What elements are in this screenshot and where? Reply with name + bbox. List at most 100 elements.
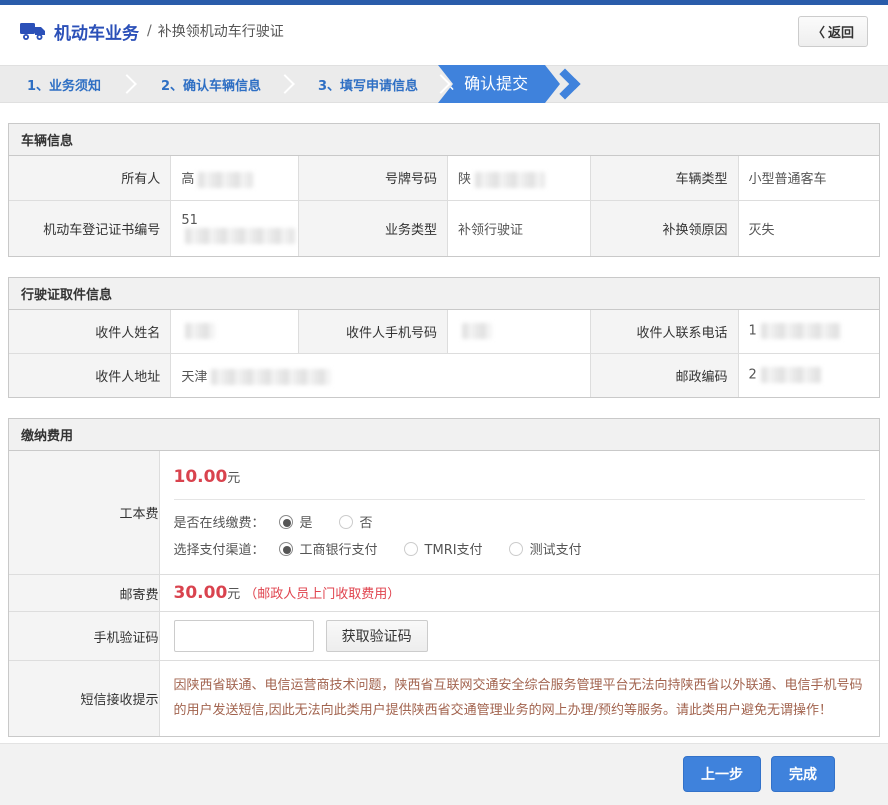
- table-row: 收件人姓名 收件人手机号码 收件人联系电话 1: [9, 309, 879, 353]
- chevron-right-icon: [549, 68, 581, 100]
- redacted-value: [474, 171, 545, 188]
- redacted-value: [461, 323, 492, 339]
- payment-channel-row: 选择支付渠道： 工商银行支付 TMRI支付 测试支付: [174, 539, 866, 558]
- work-fee-cell: 10.00元 是否在线缴费： 是 否 选择支付渠道： 工商银行支付 TMRI支付…: [158, 451, 879, 575]
- recipient-name-label: 收件人姓名: [9, 309, 171, 353]
- redacted-value: [760, 323, 841, 339]
- main-content: 车辆信息 所有人 高 号牌号码 陕 车辆类型 小型普通客车 机动车登记证书编号 …: [0, 123, 888, 737]
- radio-label: 是: [299, 516, 313, 531]
- radio-channel-tmri[interactable]: TMRI支付: [403, 539, 483, 558]
- recipient-phone-label: 收件人联系电话: [589, 309, 739, 353]
- recipient-mobile-label: 收件人手机号码: [298, 309, 448, 353]
- radio-online-no[interactable]: 否: [338, 512, 373, 531]
- vehicle-type-label: 车辆类型: [589, 156, 739, 200]
- radio-channel-icbc[interactable]: 工商银行支付: [278, 539, 378, 558]
- business-type-label: 业务类型: [298, 199, 448, 256]
- breadcrumb-separator: /: [147, 23, 152, 39]
- redacted-value: [211, 369, 332, 385]
- recipient-address-value: 天津: [170, 352, 591, 397]
- vehicle-info-title: 车辆信息: [9, 124, 879, 156]
- page-title: 机动车业务: [54, 23, 139, 44]
- payment-table: 工本费 10.00元 是否在线缴费： 是 否 选择支付渠道： 工商银行支付 TM…: [9, 451, 879, 736]
- redacted-value: [198, 171, 254, 188]
- step-tabs: 1、业务须知 2、确认车辆信息 3、填写申请信息 4、确认提交: [0, 65, 888, 103]
- plate-value: 陕: [446, 156, 591, 200]
- reason-value: 灭失: [737, 199, 879, 256]
- owner-label: 所有人: [9, 156, 171, 200]
- get-code-button[interactable]: 获取验证码: [325, 620, 428, 652]
- sms-notice-cell: 因陕西省联通、电信运营商技术问题，陕西省互联网交通安全综合服务管理平台无法向持陕…: [158, 659, 879, 736]
- radio-unselected-icon: [403, 541, 418, 556]
- tab-step-2[interactable]: 2、确认车辆信息: [136, 75, 286, 94]
- sms-code-input[interactable]: [173, 620, 314, 652]
- redacted-value: [185, 227, 296, 244]
- postage-fee-note: （邮政人员上门收取费用）: [244, 587, 401, 602]
- vehicle-type-value: 小型普通客车: [737, 156, 879, 200]
- previous-step-button[interactable]: 上一步: [683, 756, 761, 793]
- pickup-info-title: 行驶证取件信息: [9, 277, 879, 310]
- work-fee-label: 工本费: [9, 451, 159, 575]
- table-row: 所有人 高 号牌号码 陕 车辆类型 小型普通客车: [9, 156, 879, 200]
- vehicle-info-table: 所有人 高 号牌号码 陕 车辆类型 小型普通客车 机动车登记证书编号 51 业务…: [9, 156, 879, 256]
- vehicle-info-section: 车辆信息 所有人 高 号牌号码 陕 车辆类型 小型普通客车 机动车登记证书编号 …: [8, 123, 880, 257]
- sms-code-cell: 获取验证码: [158, 611, 879, 661]
- radio-label: TMRI支付: [424, 543, 483, 558]
- plate-label: 号牌号码: [298, 156, 448, 200]
- page-header: 机动车业务 / 补换领机动车行驶证 〈返回: [0, 5, 888, 57]
- cert-no-value: 51: [170, 199, 299, 256]
- sms-notice-label: 短信接收提示: [9, 659, 159, 736]
- tab-step-1[interactable]: 1、业务须知: [0, 75, 128, 94]
- breadcrumb-subtitle: 补换领机动车行驶证: [157, 24, 284, 40]
- postage-fee-unit: 元: [227, 587, 241, 602]
- radio-online-yes[interactable]: 是: [278, 512, 313, 531]
- cert-no-label: 机动车登记证书编号: [9, 199, 171, 256]
- truck-icon: [20, 23, 45, 40]
- radio-channel-test[interactable]: 测试支付: [508, 539, 582, 558]
- table-row: 收件人地址 天津 邮政编码 2: [9, 352, 879, 397]
- radio-unselected-icon: [508, 541, 523, 556]
- payment-title: 缴纳费用: [9, 419, 879, 451]
- divider: [173, 499, 865, 500]
- back-button[interactable]: 〈返回: [797, 15, 868, 47]
- work-fee-amount: 10.00: [173, 467, 228, 487]
- online-payment-row: 是否在线缴费： 是 否: [174, 512, 866, 531]
- postage-fee-label: 邮寄费: [9, 574, 159, 612]
- radio-selected-icon: [278, 541, 293, 556]
- recipient-phone-value: 1: [737, 309, 879, 353]
- table-row: 手机验证码 获取验证码: [9, 611, 879, 661]
- work-fee-amount-line: 10.00元: [174, 459, 866, 489]
- finish-button[interactable]: 完成: [771, 756, 835, 793]
- recipient-name-value: [170, 309, 299, 353]
- pickup-info-section: 行驶证取件信息 收件人姓名 收件人手机号码 收件人联系电话 1 收件人地址 天津…: [8, 276, 880, 398]
- redacted-value: [185, 323, 216, 339]
- pickup-info-table: 收件人姓名 收件人手机号码 收件人联系电话 1 收件人地址 天津 邮政编码 2: [9, 309, 879, 397]
- postal-code-label: 邮政编码: [589, 352, 739, 397]
- chevron-left-icon: 〈: [811, 25, 825, 41]
- table-row: 短信接收提示 因陕西省联通、电信运营商技术问题，陕西省互联网交通安全综合服务管理…: [9, 659, 879, 736]
- postage-fee-amount: 30.00: [173, 583, 228, 603]
- radio-unselected-icon: [338, 514, 353, 529]
- postage-fee-cell: 30.00元 （邮政人员上门收取费用）: [158, 574, 879, 612]
- radio-selected-icon: [278, 514, 293, 529]
- table-row: 邮寄费 30.00元 （邮政人员上门收取费用）: [9, 574, 879, 612]
- payment-channel-caption: 选择支付渠道：: [173, 543, 265, 558]
- business-type-value: 补领行驶证: [446, 199, 591, 256]
- reason-label: 补换领原因: [589, 199, 739, 256]
- redacted-value: [760, 367, 821, 384]
- recipient-address-label: 收件人地址: [9, 352, 171, 397]
- tab-step-4-active[interactable]: 4、确认提交: [438, 65, 560, 103]
- online-payment-caption: 是否在线缴费：: [173, 516, 265, 531]
- tab-step-3[interactable]: 3、填写申请信息: [294, 75, 442, 94]
- table-row: 工本费 10.00元 是否在线缴费： 是 否 选择支付渠道： 工商银行支付 TM…: [9, 451, 879, 575]
- payment-section: 缴纳费用 工本费 10.00元 是否在线缴费： 是 否 选择支付渠道： 工商银行…: [8, 418, 880, 737]
- radio-label: 工商银行支付: [299, 543, 378, 558]
- sms-notice-text: 因陕西省联通、电信运营商技术问题，陕西省互联网交通安全综合服务管理平台无法向持陕…: [173, 678, 863, 719]
- sms-code-label: 手机验证码: [9, 611, 159, 661]
- postal-code-value: 2: [737, 352, 879, 397]
- work-fee-unit: 元: [227, 471, 241, 486]
- radio-label: 测试支付: [529, 543, 582, 558]
- recipient-mobile-value: [446, 309, 591, 353]
- owner-value: 高: [170, 156, 299, 200]
- footer-bar: 上一步 完成: [0, 742, 888, 805]
- radio-label: 否: [359, 516, 373, 531]
